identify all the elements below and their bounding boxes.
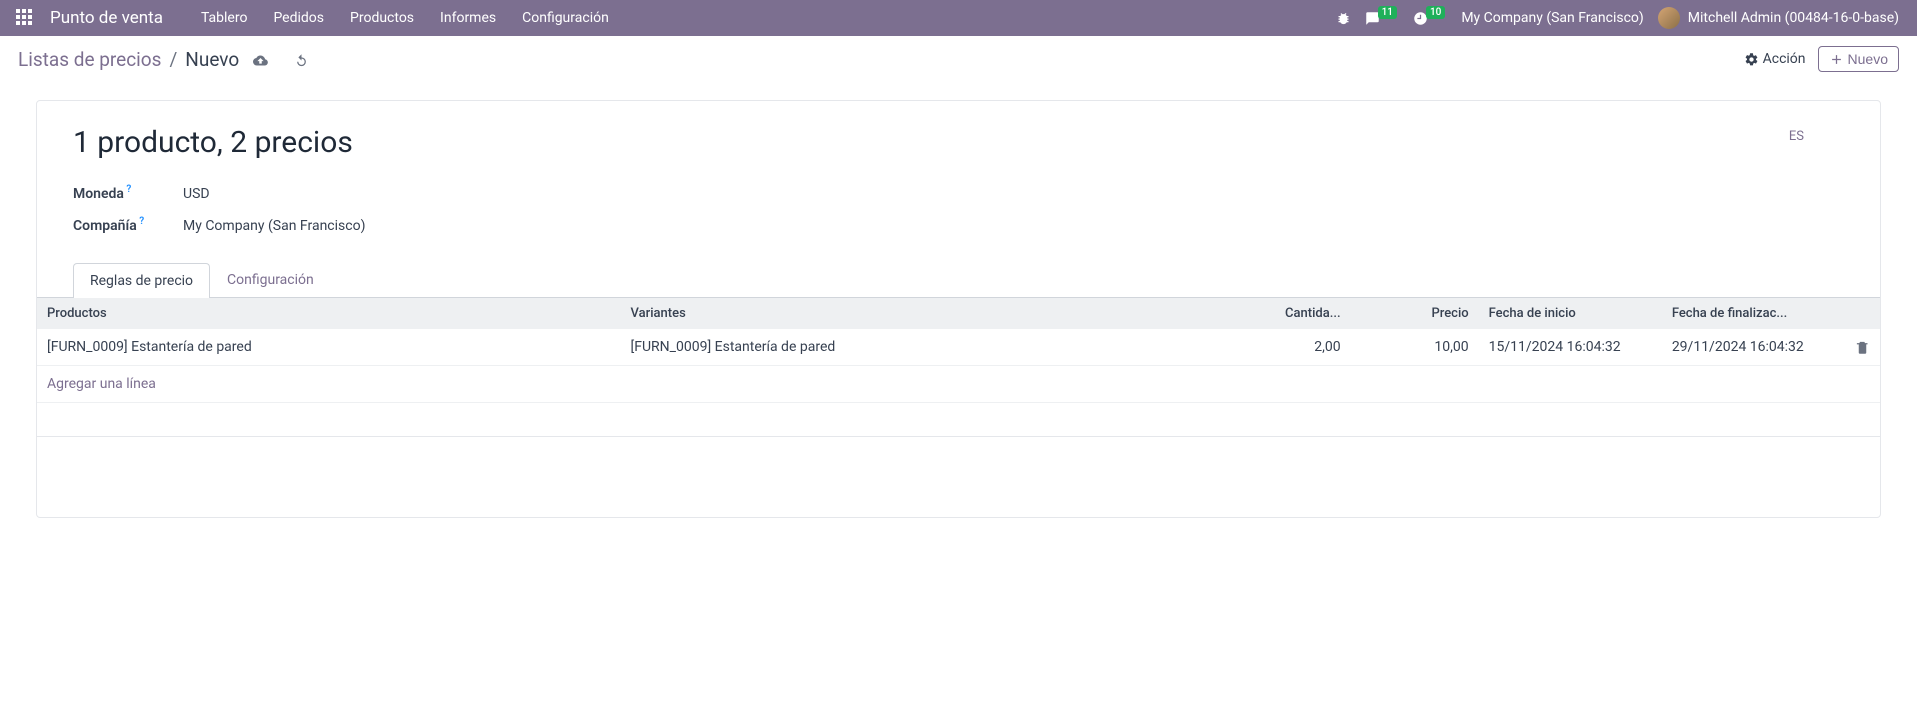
- messages-badge: 11: [1378, 6, 1397, 19]
- cell-product[interactable]: [FURN_0009] Estantería de pared: [37, 329, 621, 366]
- table-footer: [37, 437, 1880, 517]
- menu-pedidos[interactable]: Pedidos: [263, 4, 334, 32]
- company-selector[interactable]: My Company (San Francisco): [1461, 10, 1643, 26]
- cell-price[interactable]: 10,00: [1351, 329, 1479, 366]
- col-variants[interactable]: Variantes: [621, 298, 1205, 330]
- discard-icon[interactable]: [294, 50, 309, 68]
- currency-label: Moneda ?: [73, 186, 183, 202]
- col-start-date[interactable]: Fecha de inicio: [1479, 298, 1662, 330]
- new-button[interactable]: Nuevo: [1818, 46, 1899, 72]
- activities-icon[interactable]: 10: [1413, 11, 1447, 26]
- record-title[interactable]: 1 producto, 2 precios: [73, 125, 1136, 160]
- debug-icon[interactable]: [1336, 11, 1351, 26]
- col-products[interactable]: Productos: [37, 298, 621, 330]
- table-header-row: Productos Variantes Cantida... Precio Fe…: [37, 298, 1880, 330]
- breadcrumb-parent[interactable]: Listas de precios: [18, 48, 161, 71]
- col-price[interactable]: Precio: [1351, 298, 1479, 330]
- cell-start[interactable]: 15/11/2024 16:04:32: [1479, 329, 1662, 366]
- tab-price-rules[interactable]: Reglas de precio: [73, 263, 210, 298]
- form-view: 1 producto, 2 precios ES Moneda ? USD Co…: [0, 82, 1917, 536]
- breadcrumb-sep: /: [169, 48, 177, 71]
- app-brand[interactable]: Punto de venta: [50, 8, 163, 28]
- activities-badge: 10: [1426, 6, 1445, 19]
- save-cloud-icon[interactable]: [253, 50, 268, 68]
- user-name: Mitchell Admin (00484-16-0-base): [1688, 10, 1899, 26]
- avatar: [1658, 7, 1680, 29]
- menu-informes[interactable]: Informes: [430, 4, 506, 32]
- menu-productos[interactable]: Productos: [340, 4, 424, 32]
- spacer-row: [37, 403, 1880, 437]
- field-currency: Moneda ? USD: [73, 178, 1844, 210]
- cell-qty[interactable]: 2,00: [1204, 329, 1351, 366]
- add-line-row[interactable]: Agregar una línea: [37, 366, 1880, 403]
- user-menu[interactable]: Mitchell Admin (00484-16-0-base): [1658, 7, 1899, 29]
- col-delete: [1845, 298, 1880, 330]
- main-navbar: Punto de venta Tablero Pedidos Productos…: [0, 0, 1917, 36]
- table-row[interactable]: [FURN_0009] Estantería de pared [FURN_00…: [37, 329, 1880, 366]
- main-menu: Tablero Pedidos Productos Informes Confi…: [191, 4, 1336, 32]
- new-button-label: Nuevo: [1848, 51, 1888, 67]
- breadcrumb: Listas de precios / Nuevo: [18, 48, 1744, 71]
- breadcrumb-current: Nuevo: [185, 48, 239, 71]
- price-rules-table: Productos Variantes Cantida... Precio Fe…: [37, 297, 1880, 517]
- col-quantity[interactable]: Cantida...: [1204, 298, 1351, 330]
- header-actions: Acción Nuevo: [1744, 46, 1899, 72]
- language-badge[interactable]: ES: [1789, 125, 1844, 144]
- action-dropdown[interactable]: Acción: [1744, 51, 1806, 67]
- action-label: Acción: [1763, 51, 1806, 67]
- help-icon[interactable]: ?: [137, 216, 144, 227]
- menu-configuracion[interactable]: Configuración: [512, 4, 619, 32]
- add-line-label[interactable]: Agregar una línea: [37, 366, 1880, 403]
- notebook-tabs: Reglas de precio Configuración: [73, 262, 1844, 297]
- company-value[interactable]: My Company (San Francisco): [183, 218, 365, 234]
- cell-end[interactable]: 29/11/2024 16:04:32: [1662, 329, 1845, 366]
- delete-row-icon[interactable]: [1845, 329, 1880, 366]
- control-panel: Listas de precios / Nuevo Acción Nuevo: [0, 36, 1917, 82]
- col-end-date[interactable]: Fecha de finalizac...: [1662, 298, 1845, 330]
- cell-variant[interactable]: [FURN_0009] Estantería de pared: [621, 329, 1205, 366]
- tab-configuration[interactable]: Configuración: [210, 262, 331, 297]
- apps-icon[interactable]: [16, 9, 34, 27]
- menu-tablero[interactable]: Tablero: [191, 4, 257, 32]
- company-label: Compañía ?: [73, 218, 183, 234]
- field-company: Compañía ? My Company (San Francisco): [73, 210, 1844, 242]
- form-sheet: 1 producto, 2 precios ES Moneda ? USD Co…: [36, 100, 1881, 518]
- messages-icon[interactable]: 11: [1365, 11, 1399, 26]
- help-icon[interactable]: ?: [124, 184, 131, 195]
- navbar-right: 11 10 My Company (San Francisco) Mitchel…: [1336, 7, 1907, 29]
- currency-value[interactable]: USD: [183, 186, 210, 202]
